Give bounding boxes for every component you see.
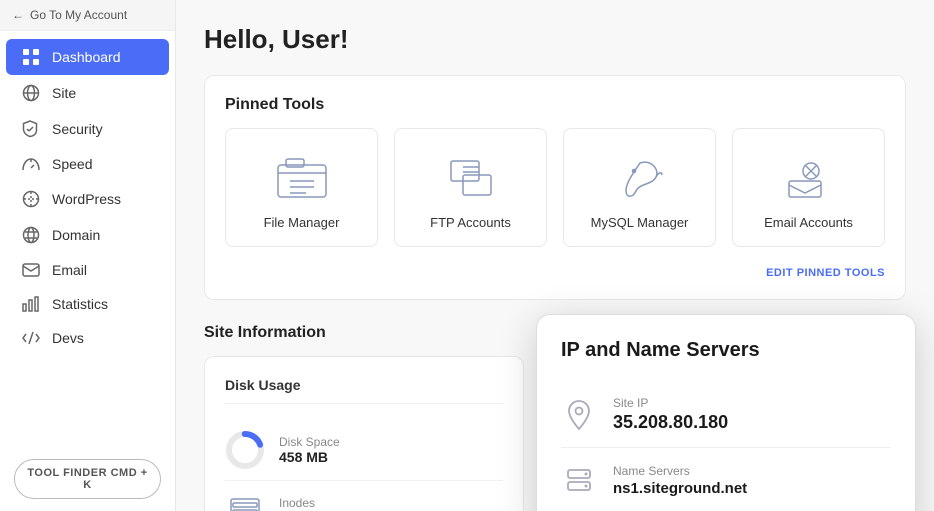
sidebar: ← Go To My Account Dashboard: [0, 0, 176, 511]
inodes-info: Inodes 34377: [279, 496, 318, 511]
inodes-row: Inodes 34377: [225, 481, 503, 511]
statistics-icon: [22, 296, 42, 312]
sidebar-item-wordpress[interactable]: WordPress: [6, 181, 169, 217]
sidebar-item-domain[interactable]: Domain: [6, 217, 169, 253]
speed-label: Speed: [52, 156, 92, 172]
name-servers-label: Name Servers: [613, 464, 747, 478]
name-servers-info: Name Servers ns1.siteground.net: [613, 464, 747, 497]
pinned-tools-title: Pinned Tools: [225, 96, 885, 114]
disk-space-value: 458 MB: [279, 449, 340, 465]
sidebar-item-dashboard[interactable]: Dashboard: [6, 39, 169, 75]
site-ip-info: Site IP 35.208.80.180: [613, 396, 728, 433]
pinned-tools-grid: File Manager FTP Accounts: [225, 128, 885, 247]
ftp-accounts-icon: [441, 153, 501, 203]
security-icon: [22, 120, 42, 138]
back-arrow-icon: ←: [12, 8, 24, 22]
site-ip-label: Site IP: [613, 396, 728, 410]
disk-usage-title: Disk Usage: [225, 377, 503, 404]
site-label: Site: [52, 85, 76, 101]
main-content: Hello, User! Pinned Tools File Manager: [176, 0, 934, 511]
site-ip-value: 35.208.80.180: [613, 412, 728, 433]
sidebar-item-devs[interactable]: Devs: [6, 321, 169, 355]
mysql-manager-icon: [610, 153, 670, 203]
site-ip-row: Site IP 35.208.80.180: [561, 382, 891, 448]
go-to-account-label: Go To My Account: [30, 8, 127, 22]
domain-icon: [22, 226, 42, 244]
disk-space-row: Disk Space 458 MB: [225, 420, 503, 481]
sidebar-item-statistics[interactable]: Statistics: [6, 287, 169, 321]
site-icon: [22, 84, 42, 102]
location-pin-icon: [561, 397, 597, 433]
dashboard-icon: [22, 48, 42, 66]
site-info-grid: Disk Usage Disk Space 458 MB: [204, 356, 906, 511]
site-info-section: Site Information Disk Usage Disk Space 4…: [204, 324, 906, 511]
page-title: Hello, User!: [204, 24, 906, 55]
sidebar-item-site[interactable]: Site: [6, 75, 169, 111]
ip-name-servers-popup: IP and Name Servers Site IP 35.208.80.18…: [536, 314, 916, 511]
dashboard-label: Dashboard: [52, 49, 121, 65]
file-manager-label: File Manager: [264, 215, 340, 230]
ftp-accounts-label: FTP Accounts: [430, 215, 511, 230]
wordpress-icon: [22, 190, 42, 208]
speed-icon: [22, 157, 42, 171]
tool-finder-button[interactable]: TOOL FINDER CMD + K: [14, 459, 161, 499]
statistics-label: Statistics: [52, 296, 108, 312]
edit-pinned-tools-link[interactable]: EDIT PINNED TOOLS: [225, 263, 885, 279]
sidebar-item-email[interactable]: Email: [6, 253, 169, 287]
email-icon: [22, 263, 42, 277]
security-label: Security: [52, 121, 103, 137]
inodes-icon: [225, 491, 265, 511]
server-icon: [561, 462, 597, 498]
sidebar-item-speed[interactable]: Speed: [6, 147, 169, 181]
disk-space-label: Disk Space: [279, 435, 340, 449]
sidebar-nav: Dashboard Site Security: [0, 31, 175, 447]
domain-label: Domain: [52, 227, 100, 243]
disk-space-chart-icon: [225, 430, 265, 470]
email-accounts-icon: [779, 153, 839, 203]
ip-popup-title: IP and Name Servers: [561, 339, 891, 362]
disk-usage-card: Disk Usage Disk Space 458 MB: [204, 356, 524, 511]
tool-card-file-manager[interactable]: File Manager: [225, 128, 378, 247]
name-server-value: ns1.siteground.net: [613, 480, 747, 497]
wordpress-label: WordPress: [52, 191, 121, 207]
disk-space-info: Disk Space 458 MB: [279, 435, 340, 465]
email-label: Email: [52, 262, 87, 278]
pinned-tools-card: Pinned Tools File Manager: [204, 75, 906, 300]
devs-label: Devs: [52, 330, 84, 346]
email-accounts-label: Email Accounts: [764, 215, 853, 230]
tool-card-mysql-manager[interactable]: MySQL Manager: [563, 128, 716, 247]
inodes-label: Inodes: [279, 496, 318, 510]
tool-card-email-accounts[interactable]: Email Accounts: [732, 128, 885, 247]
devs-icon: [22, 331, 42, 345]
mysql-manager-label: MySQL Manager: [591, 215, 689, 230]
go-to-account-link[interactable]: ← Go To My Account: [0, 0, 175, 31]
sidebar-item-security[interactable]: Security: [6, 111, 169, 147]
tool-card-ftp-accounts[interactable]: FTP Accounts: [394, 128, 547, 247]
name-servers-row: Name Servers ns1.siteground.net: [561, 448, 891, 511]
file-manager-icon: [272, 153, 332, 203]
